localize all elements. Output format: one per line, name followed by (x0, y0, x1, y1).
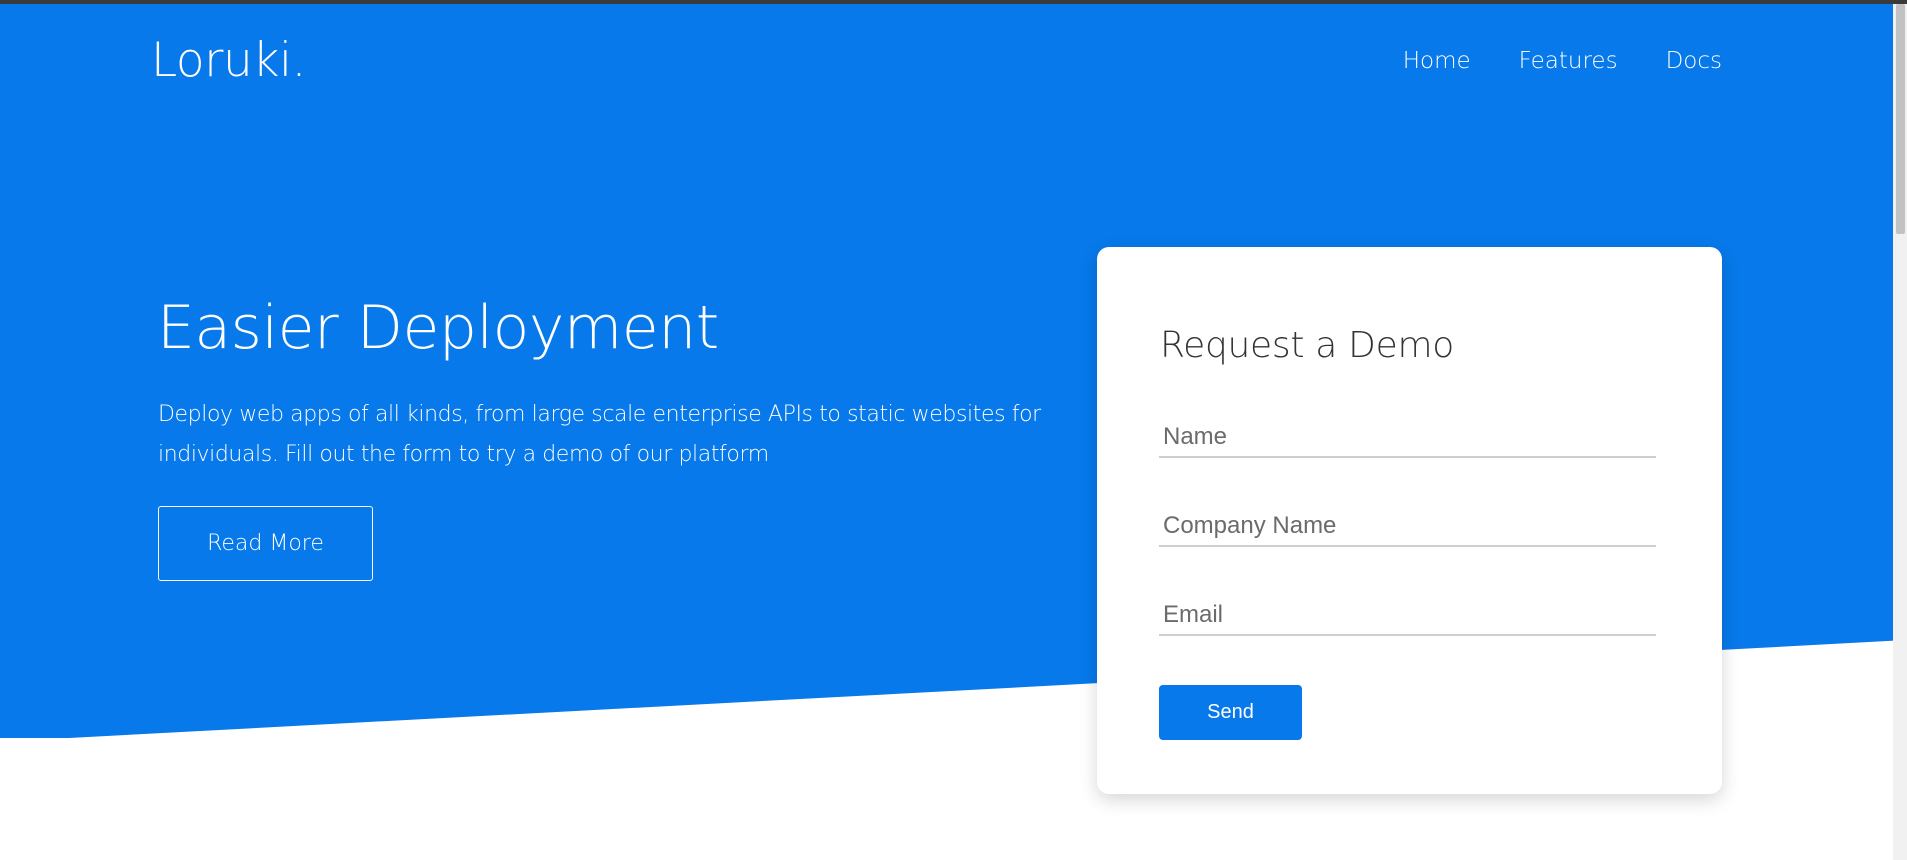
brand-logo[interactable]: Loruki. (151, 33, 306, 89)
hero-title: Easier Deployment (157, 293, 719, 363)
window-top-border (0, 0, 1907, 4)
nav-item-docs[interactable]: Docs (1666, 44, 1722, 78)
email-input[interactable] (1159, 596, 1656, 636)
nav-item-home[interactable]: Home (1403, 44, 1471, 78)
vertical-scrollbar[interactable] (1893, 4, 1907, 860)
company-name-input[interactable] (1159, 507, 1656, 547)
name-input[interactable] (1159, 418, 1656, 458)
landing-page: Loruki. Home Features Docs Easier Deploy… (0, 0, 1907, 860)
request-demo-card: Request a Demo Send (1097, 247, 1722, 794)
hero-description: Deploy web apps of all kinds, from large… (158, 402, 1041, 467)
read-more-button[interactable]: Read More (158, 506, 373, 581)
scrollbar-thumb[interactable] (1896, 4, 1905, 234)
main-nav: Home Features Docs (1403, 44, 1722, 78)
request-demo-title: Request a Demo (1160, 325, 1454, 366)
send-button[interactable]: Send (1159, 685, 1302, 740)
nav-item-features[interactable]: Features (1519, 44, 1618, 78)
